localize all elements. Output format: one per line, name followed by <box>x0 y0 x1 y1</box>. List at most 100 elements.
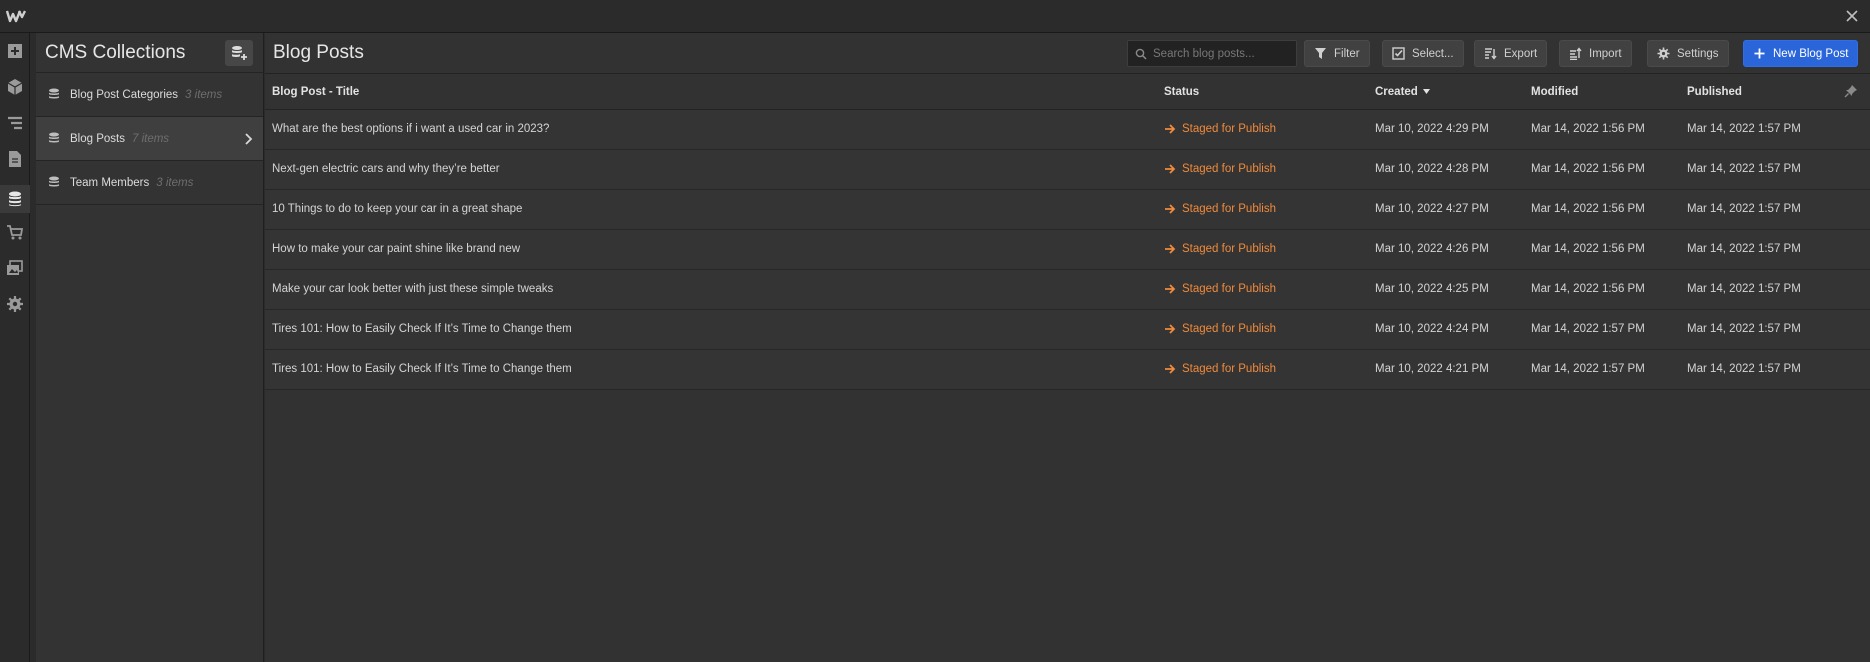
checkbox-icon <box>1392 47 1405 60</box>
collection-count: 3 items <box>156 176 194 189</box>
table-row[interactable]: Next-gen electric cars and why they’re b… <box>265 150 1870 190</box>
cell-status: Staged for Publish <box>1164 163 1276 175</box>
cell-created: Mar 10, 2022 4:21 PM <box>1375 363 1489 375</box>
cell-published: Mar 14, 2022 1:57 PM <box>1687 243 1801 255</box>
filter-button[interactable]: Filter <box>1304 40 1370 67</box>
cell-created: Mar 10, 2022 4:27 PM <box>1375 203 1489 215</box>
cell-created: Mar 10, 2022 4:25 PM <box>1375 283 1489 295</box>
settings-button[interactable]: Settings <box>1647 40 1729 67</box>
table-row[interactable]: 10 Things to do to keep your car in a gr… <box>265 190 1870 230</box>
table-header: Blog Post - Title Status Created Modifie… <box>265 74 1870 110</box>
cell-status: Staged for Publish <box>1164 203 1276 215</box>
arrow-right-icon <box>1165 164 1176 174</box>
cell-title: Tires 101: How to Easily Check If It’s T… <box>272 363 572 375</box>
cell-status: Staged for Publish <box>1164 323 1276 335</box>
pin-icon[interactable] <box>1844 84 1858 98</box>
top-bar <box>0 0 1870 33</box>
cell-created: Mar 10, 2022 4:26 PM <box>1375 243 1489 255</box>
page-title: Blog Posts <box>273 42 364 63</box>
select-label: Select... <box>1412 47 1454 60</box>
column-header-created[interactable]: Created <box>1375 86 1430 98</box>
items-toolbar: Blog Posts Filter Select... Export Impor… <box>265 33 1870 74</box>
cell-modified: Mar 14, 2022 1:56 PM <box>1531 203 1645 215</box>
cell-title: How to make your car paint shine like br… <box>272 243 521 255</box>
column-header-title[interactable]: Blog Post - Title <box>272 86 359 98</box>
cell-modified: Mar 14, 2022 1:57 PM <box>1531 323 1645 335</box>
close-icon[interactable] <box>1844 8 1860 24</box>
import-icon <box>1570 47 1582 60</box>
table-row[interactable]: What are the best options if i want a us… <box>265 110 1870 150</box>
chevron-right-icon <box>245 133 253 145</box>
arrow-right-icon <box>1165 204 1176 214</box>
navigator-button[interactable] <box>5 113 25 133</box>
items-table-body: What are the best options if i want a us… <box>265 110 1870 390</box>
export-icon <box>1485 48 1497 60</box>
cart-icon <box>7 225 24 240</box>
collection-items-panel: Blog Posts Filter Select... Export Impor… <box>265 33 1870 662</box>
add-database-icon <box>232 46 247 60</box>
cell-status: Staged for Publish <box>1164 123 1276 135</box>
status-label: Staged for Publish <box>1182 363 1276 375</box>
collection-name: Team Members <box>70 176 150 189</box>
database-icon <box>9 191 21 207</box>
import-label: Import <box>1589 47 1622 60</box>
collection-item-blog-post-categories[interactable]: Blog Post Categories 3 items <box>36 73 263 117</box>
search-input[interactable] <box>1153 47 1293 60</box>
cell-published: Mar 14, 2022 1:57 PM <box>1687 203 1801 215</box>
webflow-logo-icon[interactable] <box>6 8 26 24</box>
add-element-icon <box>8 44 22 58</box>
cell-created: Mar 10, 2022 4:24 PM <box>1375 323 1489 335</box>
cell-published: Mar 14, 2022 1:57 PM <box>1687 323 1801 335</box>
status-label: Staged for Publish <box>1182 123 1276 135</box>
cell-title: Make your car look better with just thes… <box>272 283 554 295</box>
status-label: Staged for Publish <box>1182 283 1276 295</box>
status-label: Staged for Publish <box>1182 243 1276 255</box>
collection-name: Blog Post Categories <box>70 88 179 101</box>
table-row[interactable]: Tires 101: How to Easily Check If It’s T… <box>265 310 1870 350</box>
cell-published: Mar 14, 2022 1:57 PM <box>1687 163 1801 175</box>
cms-collections-panel: CMS Collections Blog Post Categories 3 i… <box>36 33 264 662</box>
cms-button[interactable] <box>0 185 30 213</box>
collection-item-team-members[interactable]: Team Members 3 items <box>36 161 263 205</box>
cell-published: Mar 14, 2022 1:57 PM <box>1687 283 1801 295</box>
cell-title: What are the best options if i want a us… <box>272 123 550 135</box>
import-button[interactable]: Import <box>1559 40 1632 67</box>
table-row[interactable]: Tires 101: How to Easily Check If It’s T… <box>265 350 1870 390</box>
pages-button[interactable] <box>5 149 25 169</box>
database-icon <box>49 88 59 99</box>
assets-button[interactable] <box>5 258 25 278</box>
arrow-right-icon <box>1165 364 1176 374</box>
new-blog-post-button[interactable]: New Blog Post <box>1743 40 1859 67</box>
cell-status: Staged for Publish <box>1164 243 1276 255</box>
arrow-right-icon <box>1165 124 1176 134</box>
collection-item-blog-posts[interactable]: Blog Posts 7 items <box>36 117 263 161</box>
status-label: Staged for Publish <box>1182 323 1276 335</box>
table-row[interactable]: How to make your car paint shine like br… <box>265 230 1870 270</box>
add-collection-button[interactable] <box>225 40 253 66</box>
cell-modified: Mar 14, 2022 1:56 PM <box>1531 243 1645 255</box>
arrow-right-icon <box>1165 284 1176 294</box>
export-label: Export <box>1504 47 1538 60</box>
gear-icon <box>1657 47 1670 60</box>
cell-published: Mar 14, 2022 1:57 PM <box>1687 363 1801 375</box>
settings-rail-button[interactable] <box>5 294 25 314</box>
cell-modified: Mar 14, 2022 1:56 PM <box>1531 163 1645 175</box>
select-button[interactable]: Select... <box>1382 40 1464 67</box>
collections-title: CMS Collections <box>45 41 186 63</box>
symbols-button[interactable] <box>5 77 25 97</box>
column-header-modified[interactable]: Modified <box>1531 86 1578 98</box>
cell-created: Mar 10, 2022 4:29 PM <box>1375 123 1489 135</box>
cell-title: 10 Things to do to keep your car in a gr… <box>272 203 523 215</box>
ecommerce-button[interactable] <box>5 222 25 242</box>
cell-modified: Mar 14, 2022 1:56 PM <box>1531 123 1645 135</box>
column-header-status[interactable]: Status <box>1164 86 1199 98</box>
export-button[interactable]: Export <box>1474 40 1548 67</box>
settings-label: Settings <box>1677 47 1719 60</box>
column-header-published[interactable]: Published <box>1687 86 1742 98</box>
table-row[interactable]: Make your car look better with just thes… <box>265 270 1870 310</box>
gear-icon <box>7 296 23 312</box>
add-panel-button[interactable] <box>5 41 25 61</box>
cell-published: Mar 14, 2022 1:57 PM <box>1687 123 1801 135</box>
navigator-icon <box>8 116 22 130</box>
collection-name: Blog Posts <box>70 132 125 145</box>
